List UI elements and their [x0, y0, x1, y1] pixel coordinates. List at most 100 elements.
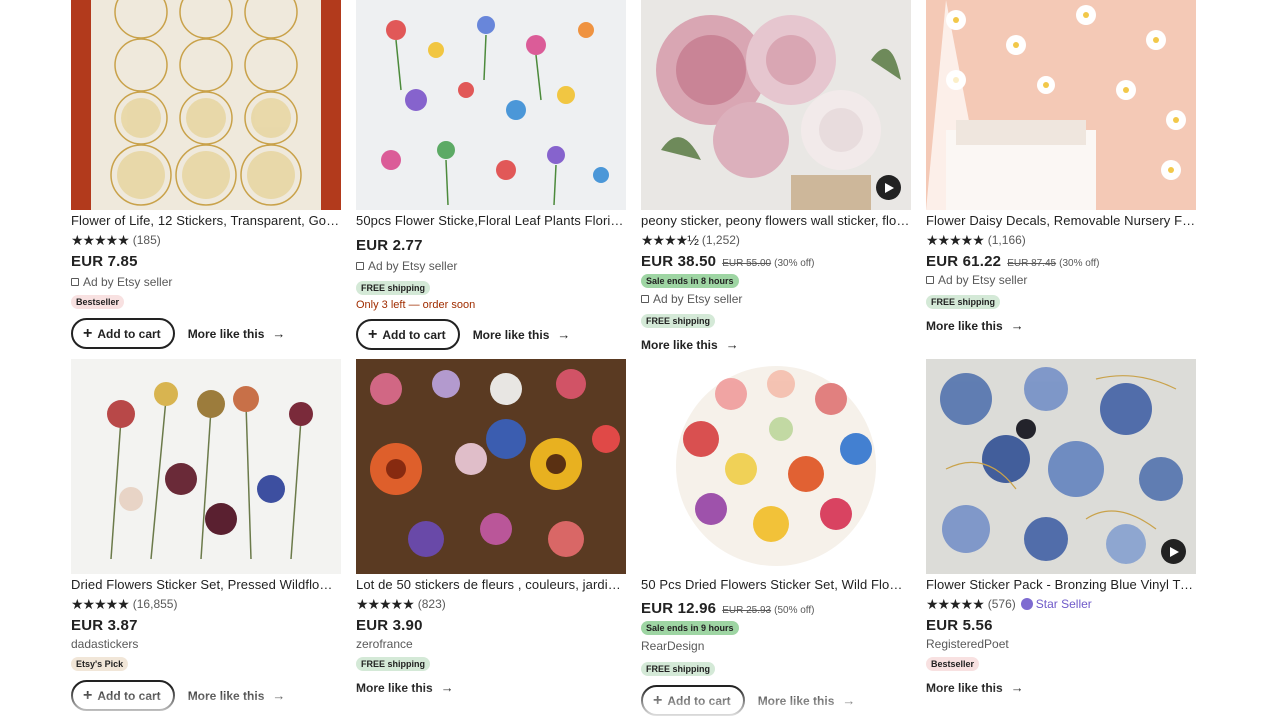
listing-title[interactable]: 50 Pcs Dried Flowers Sticker Set, Wild F… [641, 577, 911, 593]
listing-card[interactable]: Flower Daisy Decals, Removable Nursery F… [926, 0, 1196, 333]
price-row: EUR 5.56 [926, 617, 1196, 634]
price: EUR 61.22 [926, 253, 1002, 270]
arrow-right-icon: → [272, 326, 286, 341]
star-rating-icon: ★★★★★ [926, 596, 985, 612]
more-like-this-label: More like this [926, 680, 1003, 695]
daisy-wall-decals-image [926, 0, 1196, 210]
shop-name[interactable]: RearDesign [641, 639, 911, 653]
more-like-this-link[interactable]: More like this → [758, 693, 856, 708]
shop-name[interactable]: RegisteredPoet [926, 637, 1196, 651]
more-like-this-link[interactable]: More like this → [641, 337, 911, 352]
listing-image[interactable] [926, 0, 1196, 210]
review-count: (185) [132, 233, 161, 247]
sale-ends-badge: Sale ends in 8 hours [641, 274, 739, 288]
listing-card[interactable]: 50pcs Flower Sticke,Floral Leaf Plants F… [356, 0, 626, 350]
star-seller-icon [1020, 598, 1033, 610]
more-like-this-link[interactable]: More like this → [188, 326, 286, 341]
add-to-cart-label: Add to cart [97, 688, 161, 703]
card-actions: + Add to cart More like this → [71, 318, 341, 349]
ad-text: Ad by Etsy seller [653, 292, 743, 306]
price-row: EUR 12.96 EUR 25.93 (50% off) [641, 600, 911, 617]
more-like-this-label: More like this [187, 326, 265, 341]
review-count: (576) [987, 597, 1016, 611]
review-count: (823) [417, 597, 446, 611]
listing-card[interactable]: Flower Sticker Pack - Bronzing Blue Viny… [926, 359, 1196, 695]
more-like-this-label: More like this [926, 318, 1003, 333]
star-rating-icon: ★★★★★ [71, 596, 130, 612]
rating: ★★★★½ (1,252) [641, 232, 911, 248]
plus-icon: + [83, 686, 93, 704]
listing-card[interactable]: Flower of Life, 12 Stickers, Transparent… [71, 0, 341, 349]
listing-title[interactable]: 50pcs Flower Sticke,Floral Leaf Plants F… [356, 213, 626, 229]
more-like-this-link[interactable]: More like this → [356, 680, 626, 695]
listing-image[interactable] [926, 359, 1196, 574]
listing-title[interactable]: Flower Daisy Decals, Removable Nursery F… [926, 213, 1196, 229]
listing-image[interactable] [641, 0, 911, 210]
listing-image[interactable] [71, 0, 341, 210]
more-like-this-label: More like this [187, 688, 265, 703]
add-to-cart-button[interactable]: + Add to cart [71, 680, 175, 711]
price-row: EUR 2.77 [356, 237, 626, 254]
more-like-this-label: More like this [757, 693, 835, 708]
rating: ★★★★★ (576) Star Seller [926, 596, 1196, 612]
price-row: EUR 3.90 [356, 617, 626, 634]
shop-name[interactable]: dadastickers [71, 637, 341, 651]
price: EUR 2.77 [356, 237, 423, 254]
listing-card[interactable]: peony sticker, peony flowers wall sticke… [641, 0, 911, 352]
ad-label: Ad by Etsy seller [641, 292, 911, 306]
more-like-this-label: More like this [641, 337, 718, 352]
original-price: EUR 87.45 [1007, 258, 1057, 269]
star-seller-badge: Star Seller [1020, 597, 1092, 611]
arrow-right-icon: → [440, 680, 454, 695]
price: EUR 38.50 [641, 253, 717, 270]
review-count: (1,252) [701, 233, 740, 247]
add-to-cart-button[interactable]: + Add to cart [641, 685, 745, 716]
more-like-this-link[interactable]: More like this → [188, 688, 286, 703]
add-to-cart-button[interactable]: + Add to cart [356, 319, 460, 350]
arrow-right-icon: → [1010, 680, 1024, 695]
listing-card[interactable]: 50 Pcs Dried Flowers Sticker Set, Wild F… [641, 359, 911, 716]
flower-stickers-on-wood-image [356, 359, 626, 574]
listing-card[interactable]: Lot de 50 stickers de fleurs , couleurs,… [356, 359, 626, 695]
listing-title[interactable]: Lot de 50 stickers de fleurs , couleurs,… [356, 577, 626, 593]
video-play-icon[interactable] [1161, 539, 1186, 564]
listing-image[interactable] [356, 359, 626, 574]
more-like-this-link[interactable]: More like this → [926, 680, 1196, 695]
add-to-cart-label: Add to cart [382, 327, 446, 342]
free-shipping-badge: FREE shipping [356, 657, 430, 671]
listing-title[interactable]: Flower of Life, 12 Stickers, Transparent… [71, 213, 341, 229]
ad-icon [71, 278, 79, 286]
star-seller-label: Star Seller [1035, 597, 1092, 611]
ad-label: Ad by Etsy seller [356, 259, 626, 273]
listing-title[interactable]: peony sticker, peony flowers wall sticke… [641, 213, 911, 229]
ad-text: Ad by Etsy seller [938, 273, 1028, 287]
more-like-this-link[interactable]: More like this → [473, 327, 571, 342]
listing-image[interactable] [356, 0, 626, 210]
listing-card[interactable]: Dried Flowers Sticker Set, Pressed Wildf… [71, 359, 341, 711]
price-row: EUR 7.85 [71, 253, 341, 270]
listing-title[interactable]: Dried Flowers Sticker Set, Pressed Wildf… [71, 577, 341, 593]
original-price: EUR 25.93 [722, 605, 772, 616]
arrow-right-icon: → [557, 327, 571, 342]
card-actions: + Add to cart More like this → [641, 685, 911, 716]
star-rating-icon: ★★★★★ [926, 232, 985, 248]
add-to-cart-label: Add to cart [667, 693, 731, 708]
video-play-icon[interactable] [876, 175, 901, 200]
review-count: (16,855) [132, 597, 178, 611]
plus-icon: + [83, 324, 93, 342]
free-shipping-badge: FREE shipping [641, 314, 715, 328]
ad-label: Ad by Etsy seller [71, 275, 341, 289]
listing-title[interactable]: Flower Sticker Pack - Bronzing Blue Viny… [926, 577, 1196, 593]
more-like-this-link[interactable]: More like this → [926, 318, 1196, 333]
price: EUR 3.90 [356, 617, 423, 634]
listing-image[interactable] [641, 359, 911, 574]
price: EUR 7.85 [71, 253, 138, 270]
listing-image[interactable] [71, 359, 341, 574]
free-shipping-badge: FREE shipping [926, 295, 1000, 309]
flower-of-life-stickers-image [71, 0, 341, 210]
free-shipping-badge: FREE shipping [356, 281, 430, 295]
add-to-cart-button[interactable]: + Add to cart [71, 318, 175, 349]
rating: ★★★★★ (16,855) [71, 596, 341, 612]
shop-name[interactable]: zerofrance [356, 637, 626, 651]
ad-icon [926, 276, 934, 284]
